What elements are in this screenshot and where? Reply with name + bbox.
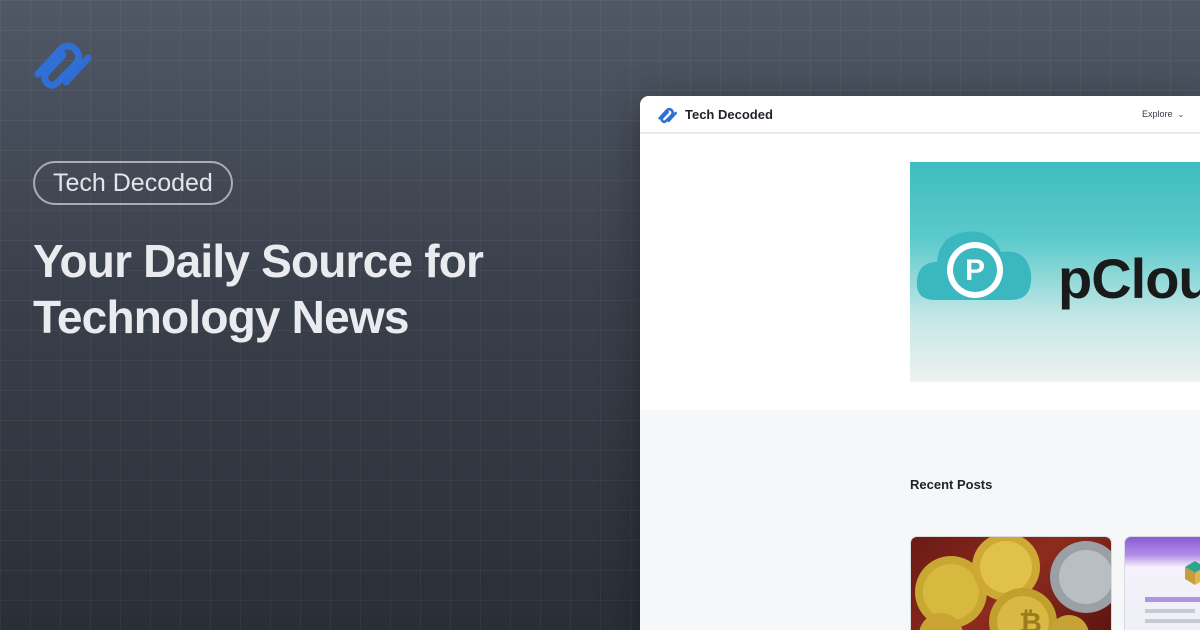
p-cloud-icon: P [916,231,1032,300]
featured-post-image[interactable]: P pClou [910,162,1200,382]
headline-line-2: Technology News [33,291,409,343]
site-logo-icon[interactable] [657,105,679,125]
website-preview: Tech Decoded Explore ⌄ P pClou Recent Pos… [640,96,1200,630]
site-name-pill: Tech Decoded [33,161,233,205]
explore-label: Explore [1142,109,1173,119]
post-card-app[interactable] [1124,536,1200,630]
app-screenshot-image [1145,561,1200,623]
site-title-link[interactable]: Tech Decoded [685,107,773,122]
explore-menu[interactable]: Explore ⌄ [1142,109,1184,119]
crypto-coins-image: ₿ [915,537,1111,630]
pcloud-wordmark: pClou [1058,247,1200,310]
recent-posts-heading: Recent Posts [910,477,993,492]
chevron-down-icon: ⌄ [1177,110,1185,119]
headline-line-1: Your Daily Source for [33,235,484,287]
svg-text:P: P [965,254,985,287]
paperclip-logo-icon [34,42,92,89]
post-card-crypto[interactable]: ₿ [910,536,1112,630]
svg-text:₿: ₿ [1019,607,1042,630]
headline: Your Daily Source for Technology News [33,233,613,345]
site-header: Tech Decoded Explore ⌄ [640,96,1200,134]
